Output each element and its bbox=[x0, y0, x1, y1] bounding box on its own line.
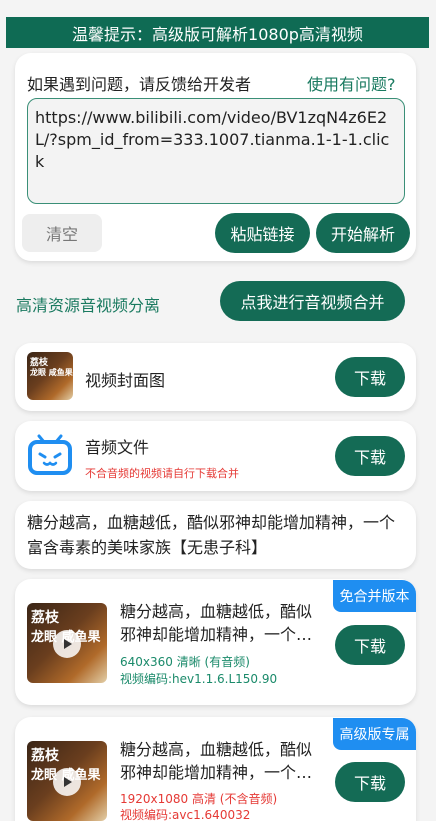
play-icon bbox=[53, 630, 81, 658]
merge-av-button[interactable]: 点我进行音视频合并 bbox=[220, 281, 405, 321]
help-link[interactable]: 使用有问题? bbox=[307, 71, 396, 95]
video-title: 糖分越高，血糖越低，酷似邪神却能增加精神，一个富含毒素的美味家族【无患子科】 bbox=[27, 513, 396, 557]
feedback-text: 如果遇到问题，请反馈给开发者 bbox=[27, 75, 252, 94]
cover-title: 视频封面图 bbox=[85, 371, 166, 390]
video-codec-2: 视频编码:avc1.640032 bbox=[120, 808, 251, 821]
video-thumbnail-1: 荔枝 龙眼 咸鱼果 bbox=[27, 603, 107, 683]
badge-premium: 高级版专属 bbox=[333, 718, 416, 750]
tip-banner: 温馨提示：高级版可解析1080p高清视频 bbox=[6, 17, 429, 48]
cover-thumbnail: 荔枝 龙眼 咸鱼果 bbox=[27, 352, 73, 400]
video-item-title-2: 糖分越高，血糖越低，酷似邪神却能增加精神，一个… bbox=[120, 740, 313, 782]
bilibili-tv-icon bbox=[28, 434, 72, 475]
thumb-text-1: 荔枝 bbox=[31, 610, 59, 626]
video-quality-1: 640x360 清晰 (有音频) bbox=[120, 655, 250, 669]
video-item-title-1: 糖分越高，血糖越低，酷似邪神却能增加精神，一个… bbox=[120, 602, 313, 644]
video-quality-2: 1920x1080 高清 (不含音频) bbox=[120, 792, 278, 806]
thumb-text-1: 荔枝 bbox=[31, 748, 59, 764]
badge-no-merge: 免合并版本 bbox=[333, 580, 416, 612]
url-input[interactable]: https://www.bilibili.com/video/BV1zqN4z6… bbox=[27, 98, 405, 204]
audio-download-button[interactable]: 下载 bbox=[335, 436, 405, 476]
section-label: 高清资源音视频分离 bbox=[16, 296, 161, 315]
start-parse-button[interactable]: 开始解析 bbox=[316, 213, 410, 253]
audio-title: 音频文件 bbox=[85, 438, 150, 457]
video-thumbnail-2: 荔枝 龙眼 咸鱼果 bbox=[27, 741, 107, 821]
video-download-button-2[interactable]: 下载 bbox=[335, 762, 405, 802]
audio-note: 不合音频的视频请自行下载合并 bbox=[85, 467, 239, 480]
tip-banner-text: 温馨提示：高级版可解析1080p高清视频 bbox=[72, 24, 363, 44]
cover-download-button[interactable]: 下载 bbox=[335, 357, 405, 397]
video-download-button-1[interactable]: 下载 bbox=[335, 625, 405, 665]
paste-link-button[interactable]: 粘贴链接 bbox=[215, 213, 310, 253]
play-icon bbox=[53, 768, 81, 796]
clear-button[interactable]: 清空 bbox=[22, 214, 102, 252]
video-codec-1: 视频编码:hev1.1.6.L150.90 bbox=[120, 672, 278, 686]
thumb-text-2: 龙眼 咸鱼果 bbox=[30, 368, 73, 377]
